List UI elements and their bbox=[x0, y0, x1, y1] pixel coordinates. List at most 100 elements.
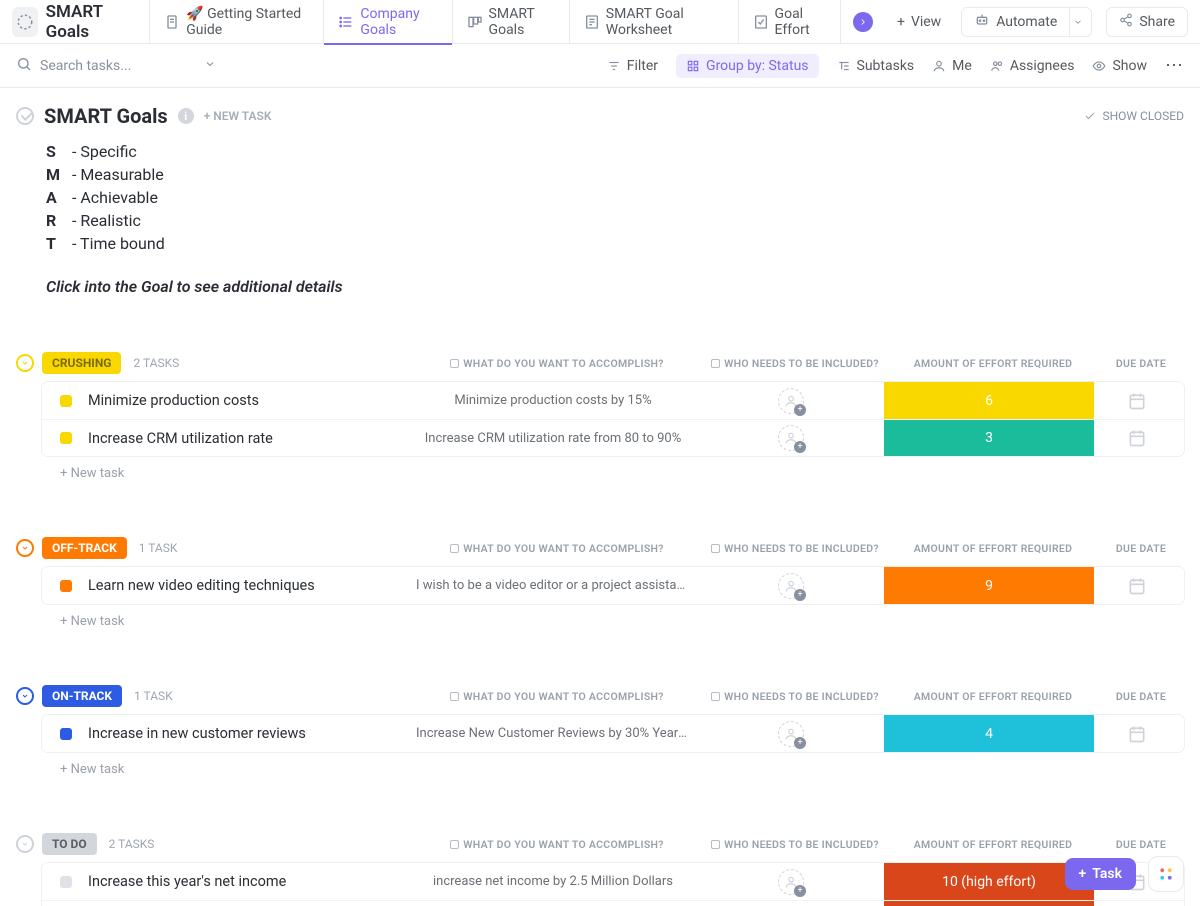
desc-row: S - Specific bbox=[46, 142, 1184, 161]
list-title: SMART Goals bbox=[44, 104, 168, 128]
task-row[interactable]: Increase in new customer reviewsIncrease… bbox=[42, 715, 1184, 752]
col-header-due[interactable]: DUE DATE bbox=[1098, 690, 1184, 703]
task-row[interactable]: Learn new video editing techniquesI wish… bbox=[42, 567, 1184, 604]
subtasks-button[interactable]: Subtasks bbox=[837, 58, 915, 74]
task-due-date[interactable] bbox=[1094, 724, 1180, 744]
me-button[interactable]: Me bbox=[932, 58, 972, 74]
tabs-more-arrow[interactable] bbox=[853, 12, 873, 32]
avatar-add-icon bbox=[778, 721, 804, 747]
automate-chevron[interactable] bbox=[1064, 7, 1092, 37]
app-title: SMART Goals bbox=[46, 2, 136, 42]
avatar-add-icon bbox=[778, 573, 804, 599]
task-assignee[interactable] bbox=[698, 721, 884, 747]
task-row[interactable]: Reduce production idle timeReduce produc… bbox=[42, 900, 1184, 906]
task-title: Increase CRM utilization rate bbox=[88, 430, 408, 447]
tab-label: SMART Goals bbox=[489, 6, 555, 38]
search-chevron[interactable] bbox=[204, 58, 216, 74]
task-due-date[interactable] bbox=[1094, 576, 1180, 596]
col-header-due[interactable]: DUE DATE bbox=[1098, 357, 1184, 370]
col-header-due[interactable]: DUE DATE bbox=[1098, 838, 1184, 851]
info-icon[interactable]: i bbox=[178, 108, 194, 124]
view-button[interactable]: + View bbox=[885, 0, 953, 44]
search-placeholder: Search tasks... bbox=[40, 58, 131, 74]
assignees-button[interactable]: Assignees bbox=[990, 58, 1075, 74]
task-accomplish: Minimize production costs by 15% bbox=[408, 393, 698, 408]
share-button[interactable]: Share bbox=[1106, 7, 1188, 37]
tab-smart-goals[interactable]: SMART Goals bbox=[453, 0, 570, 44]
automate-label: Automate bbox=[996, 14, 1057, 30]
show-closed-button[interactable]: SHOW CLOSED bbox=[1084, 109, 1184, 123]
desc-row: M - Measurable bbox=[46, 165, 1184, 184]
col-header-who[interactable]: WHO NEEDS TO BE INCLUDED? bbox=[702, 357, 888, 370]
show-button[interactable]: Show bbox=[1092, 58, 1147, 74]
app-icon[interactable] bbox=[12, 7, 38, 37]
share-icon bbox=[1119, 13, 1133, 31]
group-label[interactable]: OFF-TRACK bbox=[42, 537, 127, 559]
group-by-label: Group by: Status bbox=[706, 58, 808, 74]
filter-label: Filter bbox=[627, 58, 658, 74]
group-toggle[interactable] bbox=[16, 354, 34, 372]
new-task-row[interactable]: + New task bbox=[42, 456, 1184, 481]
tab-icon bbox=[164, 14, 180, 30]
tab-company-goals[interactable]: Company Goals bbox=[324, 0, 452, 44]
tab--getting-started-guide[interactable]: 🚀 Getting Started Guide bbox=[149, 0, 324, 44]
task-row[interactable]: Increase CRM utilization rateIncrease CR… bbox=[42, 419, 1184, 456]
group-label[interactable]: TO DO bbox=[42, 833, 97, 855]
group-toggle[interactable] bbox=[16, 687, 34, 705]
fab-task-button[interactable]: + Task bbox=[1065, 858, 1136, 890]
tab-goal-effort[interactable]: Goal Effort bbox=[739, 0, 841, 44]
new-task-row[interactable]: + New task bbox=[42, 604, 1184, 629]
task-assignee[interactable] bbox=[698, 425, 884, 451]
subtasks-label: Subtasks bbox=[857, 58, 915, 74]
tab-smart-goal-worksheet[interactable]: SMART Goal Worksheet bbox=[570, 0, 739, 44]
search-input[interactable]: Search tasks... bbox=[16, 56, 216, 76]
automate-button[interactable]: Automate bbox=[961, 7, 1070, 37]
group-toggle[interactable] bbox=[16, 539, 34, 557]
more-menu[interactable]: ⋯ bbox=[1165, 55, 1184, 76]
task-status-square bbox=[60, 432, 72, 444]
task-title: Increase in new customer reviews bbox=[88, 725, 408, 742]
col-header-accomplish[interactable]: WHAT DO YOU WANT TO ACCOMPLISH? bbox=[412, 838, 702, 851]
desc-row: T - Time bound bbox=[46, 234, 1184, 253]
col-header-who[interactable]: WHO NEEDS TO BE INCLUDED? bbox=[702, 542, 888, 555]
col-header-accomplish[interactable]: WHAT DO YOU WANT TO ACCOMPLISH? bbox=[412, 690, 702, 703]
task-row[interactable]: Minimize production costsMinimize produc… bbox=[42, 382, 1184, 419]
new-task-row[interactable]: + New task bbox=[42, 752, 1184, 777]
task-due-date[interactable] bbox=[1094, 428, 1180, 448]
task-title: Increase this year's net income bbox=[88, 873, 408, 890]
col-header-accomplish[interactable]: WHAT DO YOU WANT TO ACCOMPLISH? bbox=[412, 357, 702, 370]
col-header-effort[interactable]: AMOUNT OF EFFORT REQUIRED bbox=[888, 542, 1098, 555]
col-header-who[interactable]: WHO NEEDS TO BE INCLUDED? bbox=[702, 690, 888, 703]
col-header-effort[interactable]: AMOUNT OF EFFORT REQUIRED bbox=[888, 357, 1098, 370]
task-accomplish: increase net income by 2.5 Million Dolla… bbox=[408, 874, 698, 889]
task-effort: 9 bbox=[884, 567, 1094, 604]
share-label: Share bbox=[1139, 14, 1175, 30]
list-hint: Click into the Goal to see additional de… bbox=[46, 277, 1184, 296]
task-title: Learn new video editing techniques bbox=[88, 577, 408, 594]
col-header-who[interactable]: WHO NEEDS TO BE INCLUDED? bbox=[702, 838, 888, 851]
task-row[interactable]: Increase this year's net incomeincrease … bbox=[42, 863, 1184, 900]
col-header-effort[interactable]: AMOUNT OF EFFORT REQUIRED bbox=[888, 838, 1098, 851]
assignees-label: Assignees bbox=[1010, 58, 1075, 74]
tab-label: Goal Effort bbox=[775, 6, 826, 38]
fab-apps-button[interactable] bbox=[1148, 856, 1184, 892]
tab-label: SMART Goal Worksheet bbox=[606, 6, 724, 38]
task-status-square bbox=[60, 728, 72, 740]
fab-task-label: Task bbox=[1092, 866, 1122, 882]
task-effort: 4 bbox=[884, 715, 1094, 752]
group-by-button[interactable]: Group by: Status bbox=[676, 54, 818, 78]
group-label[interactable]: CRUSHING bbox=[42, 352, 121, 374]
task-assignee[interactable] bbox=[698, 388, 884, 414]
task-assignee[interactable] bbox=[698, 869, 884, 895]
group-toggle[interactable] bbox=[16, 835, 34, 853]
group-label[interactable]: ON-TRACK bbox=[42, 685, 122, 707]
task-effort: 10 (high effort) bbox=[884, 863, 1094, 900]
tab-icon bbox=[584, 14, 600, 30]
task-assignee[interactable] bbox=[698, 573, 884, 599]
task-due-date[interactable] bbox=[1094, 391, 1180, 411]
col-header-accomplish[interactable]: WHAT DO YOU WANT TO ACCOMPLISH? bbox=[412, 542, 702, 555]
new-task-top[interactable]: + NEW TASK bbox=[204, 109, 272, 123]
col-header-effort[interactable]: AMOUNT OF EFFORT REQUIRED bbox=[888, 690, 1098, 703]
col-header-due[interactable]: DUE DATE bbox=[1098, 542, 1184, 555]
filter-button[interactable]: Filter bbox=[607, 58, 658, 74]
